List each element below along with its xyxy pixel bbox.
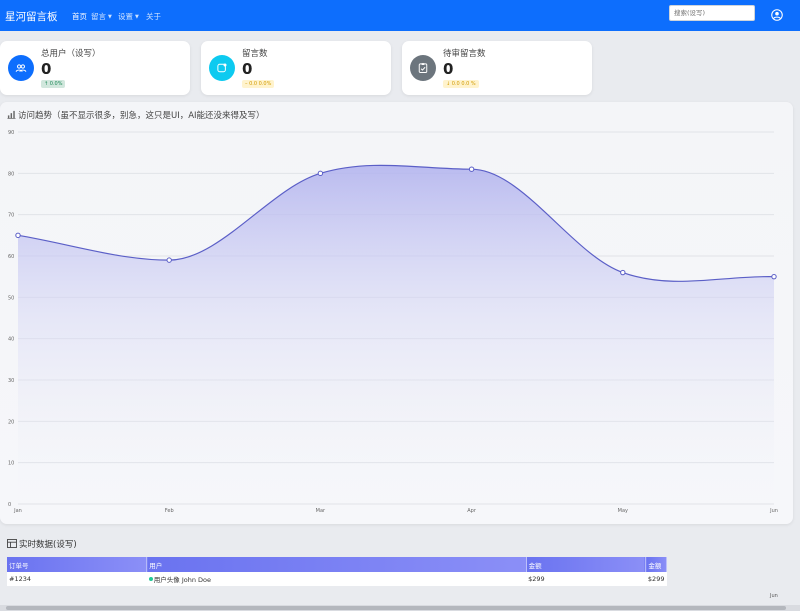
amount-cell: $299 (526, 572, 646, 586)
x-tick-label: May (618, 508, 628, 514)
column-header-order[interactable]: 订单号 (7, 557, 148, 572)
chevron-down-icon: ▼ (135, 14, 139, 20)
user-cell: 用户头像 John Doe (146, 572, 527, 586)
amount-cell-2: $299 (645, 572, 667, 586)
y-tick-label: 80 (8, 171, 14, 177)
column-header-user[interactable]: 用户 (146, 557, 527, 572)
x-tick-label: Mar (316, 508, 326, 514)
y-tick-label: 40 (8, 337, 14, 343)
stat-card-pending: 待审留言数 0 ↓ 0.0 0.0 % (402, 41, 592, 95)
nav-link-home[interactable]: 首页 (72, 11, 87, 22)
y-tick-label: 30 (8, 378, 14, 384)
stat-card-messages: 留言数 0 – 0.0 0.0% (201, 41, 391, 95)
area-chart: 0 10 20 30 40 50 60 70 80 90 Jan Feb Mar Apr May Jun (8, 130, 778, 514)
user-circle-icon[interactable] (771, 9, 783, 21)
data-point (15, 232, 21, 239)
overflow-label: Jun (770, 593, 778, 599)
stat-value: 0 (242, 60, 253, 78)
status-dot-icon (148, 577, 153, 581)
x-tick-label: Feb (165, 508, 174, 514)
stat-value: 0 (443, 60, 454, 78)
horizontal-scrollbar[interactable] (0, 605, 800, 611)
y-tick-label: 60 (8, 254, 14, 260)
stat-badge: ↓ 0.0 0.0 % (443, 80, 479, 88)
x-tick-label: Jun (769, 508, 778, 514)
table-row[interactable]: #1234 用户头像 John Doe $299 $299 (7, 572, 667, 586)
data-table: 订单号 用户 金额 金额 #1234 用户头像 John Doe $299 $2… (7, 557, 667, 586)
stat-badge: – 0.0 0.0% (242, 80, 275, 88)
y-tick-label: 10 (8, 461, 14, 467)
column-header-amount-2[interactable]: 金额 (645, 557, 667, 572)
stat-value: 0 (41, 60, 52, 78)
nav-link-about[interactable]: 关于 (146, 11, 161, 22)
nav-link-messages-label: 留言 (91, 12, 106, 21)
data-point (620, 269, 626, 276)
stat-badge: ↑ 0.0% (41, 80, 66, 88)
y-tick-label: 20 (8, 419, 14, 425)
data-point (166, 257, 172, 263)
stat-label: 待审留言数 (443, 49, 486, 59)
message-icon (209, 55, 235, 81)
column-header-amount[interactable]: 金额 (526, 557, 647, 572)
user-name: 用户头像 John Doe (153, 576, 212, 584)
data-point (771, 273, 777, 280)
stat-label: 总用户（设写） (41, 49, 101, 59)
data-point (468, 166, 475, 172)
clipboard-icon (410, 55, 436, 81)
y-tick-label: 90 (8, 130, 14, 136)
table-title-label: 实时数据(设写) (19, 540, 77, 550)
table-icon (7, 539, 17, 548)
nav-link-settings[interactable]: 设置 ▼ (118, 11, 139, 22)
nav-link-messages[interactable]: 留言 ▼ (91, 11, 112, 22)
stat-label: 留言数 (242, 49, 268, 59)
navbar: 星河留言板 首页 留言 ▼ 设置 ▼ 关于 (0, 0, 800, 31)
x-tick-label: Jan (13, 508, 22, 514)
users-icon (8, 55, 34, 81)
series-area (18, 165, 774, 504)
scrollbar-thumb[interactable] (6, 606, 786, 610)
y-tick-label: 70 (8, 213, 14, 219)
stat-card-users: 总用户（设写） 0 ↑ 0.0% (0, 41, 190, 95)
y-tick-label: 0 (8, 502, 11, 508)
table-title: 实时数据(设写) (7, 538, 77, 550)
data-point (317, 170, 324, 177)
table-header-row: 订单号 用户 金额 金额 (7, 557, 667, 572)
nav-link-settings-label: 设置 (118, 12, 133, 21)
chart-card: 访问趋势（虽不显示很多，别急，这只是UI，AI能还没来得及写） 0 10 20 30 4… (0, 102, 793, 524)
search-input[interactable] (669, 5, 755, 21)
chevron-down-icon: ▼ (108, 14, 112, 20)
y-tick-label: 50 (8, 295, 14, 301)
x-tick-label: Apr (467, 508, 477, 514)
order-id-cell: #1234 (7, 572, 147, 586)
brand-title[interactable]: 星河留言板 (5, 9, 58, 24)
